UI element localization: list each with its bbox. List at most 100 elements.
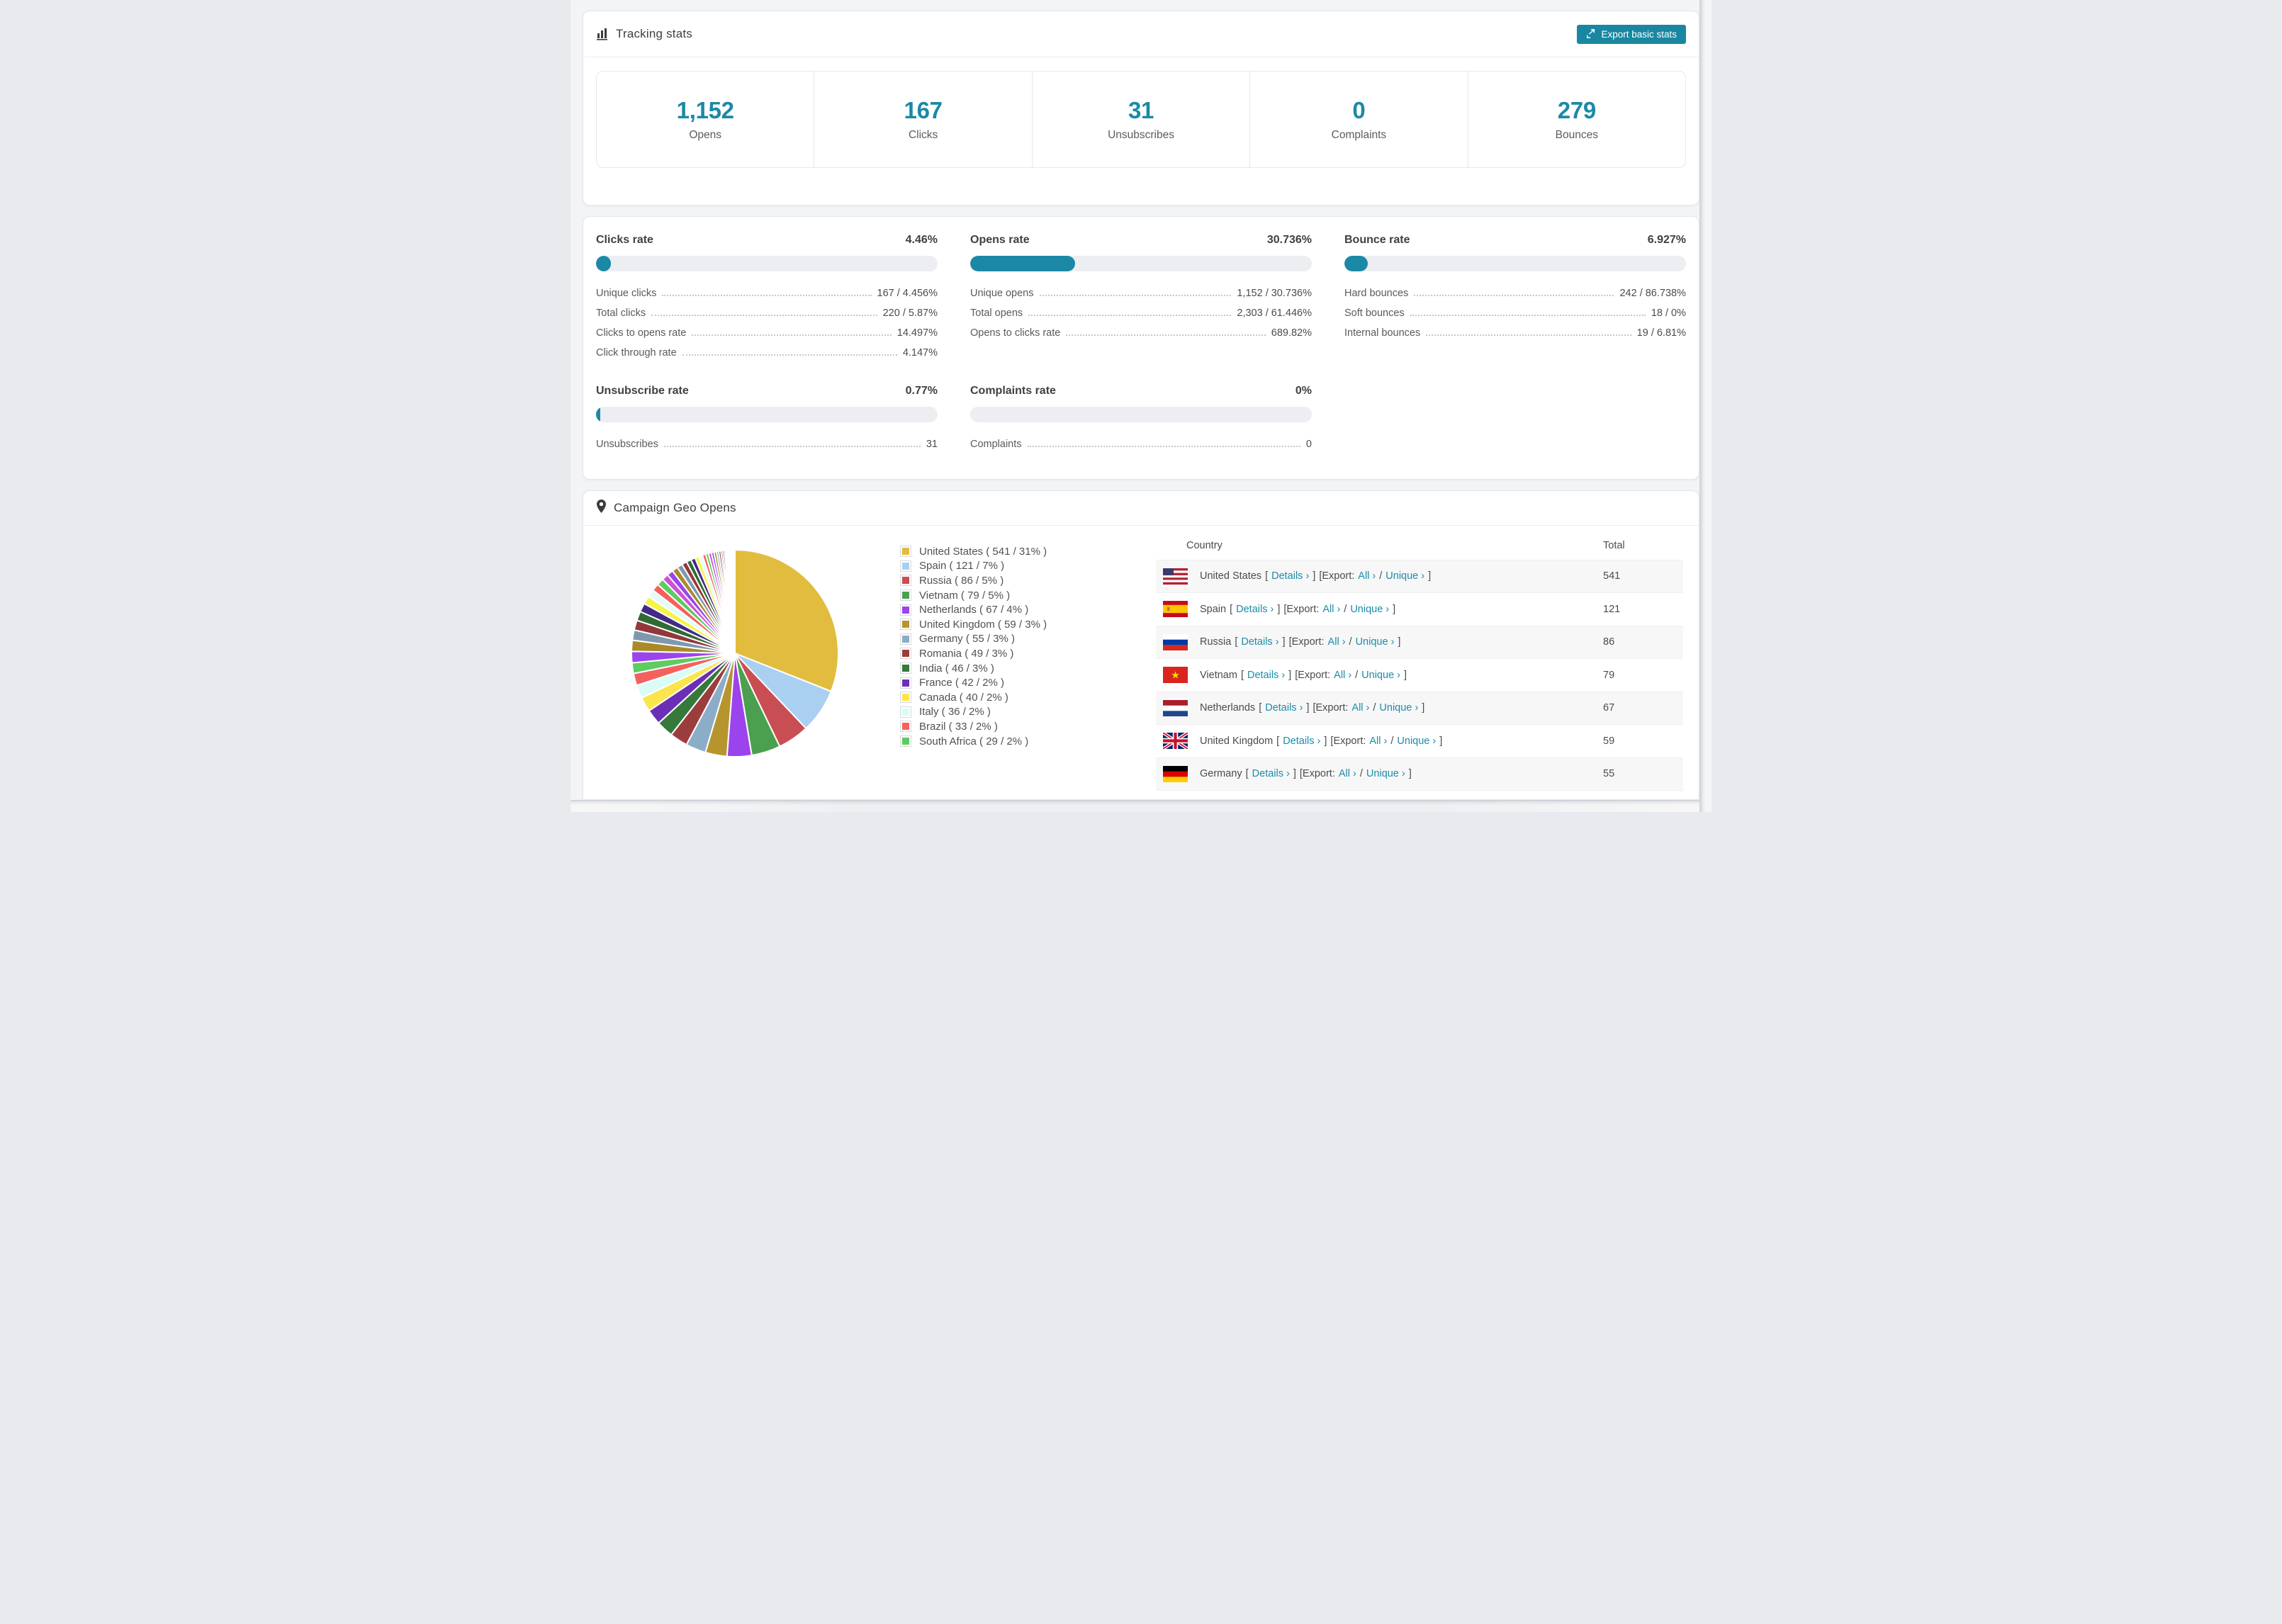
export-all-link[interactable]: All › (1358, 570, 1376, 582)
bracket: ] (1439, 735, 1443, 747)
details-link[interactable]: Details › (1247, 670, 1285, 681)
export-prefix: [Export: (1319, 570, 1355, 582)
country-cell: Spain [Details ›] [Export: All › / Uniqu… (1156, 601, 1603, 618)
export-unique-link[interactable]: Unique › (1356, 636, 1395, 648)
geo-table-row-vietnam: ★ Vietnam [Details ›] [Export: All › / U… (1156, 659, 1683, 692)
legend-item-vietnam: Vietnam ( 79 / 5% ) (900, 588, 1047, 603)
progress-bar-fill (1344, 256, 1368, 271)
geo-table-header: Country Total (1156, 531, 1683, 560)
export-unique-link[interactable]: Unique › (1397, 735, 1436, 747)
progress-bar-fill (596, 407, 600, 422)
export-all-link[interactable]: All › (1322, 604, 1340, 615)
rate-row-label: Internal bounces (1344, 327, 1421, 339)
dotted-leader (1414, 295, 1614, 296)
export-all-link[interactable]: All › (1328, 636, 1346, 648)
legend-swatch (900, 546, 911, 558)
dotted-leader (651, 315, 877, 316)
geo-table: Country Total United States [Details ›] … (1156, 531, 1683, 791)
details-link[interactable]: Details › (1271, 570, 1309, 582)
export-all-link[interactable]: All › (1334, 670, 1351, 681)
dotted-leader (1066, 334, 1266, 336)
bracket: ] (1306, 702, 1310, 714)
bracket: ] (1324, 735, 1327, 747)
details-link[interactable]: Details › (1252, 768, 1290, 779)
legend-swatch (900, 662, 911, 675)
flag-icon-gb (1163, 733, 1188, 750)
bracket: [ (1276, 735, 1280, 747)
flag-icon-ru (1163, 633, 1188, 650)
bracket: ] (1403, 669, 1407, 681)
country-name: Spain (1200, 603, 1227, 615)
export-prefix: [Export: (1330, 735, 1366, 747)
slash: / (1390, 735, 1394, 747)
details-link[interactable]: Details › (1241, 636, 1278, 648)
rate-row-value: 689.82% (1271, 327, 1312, 339)
bracket: ] (1282, 636, 1286, 648)
legend-label: United Kingdom ( 59 / 3% ) (919, 618, 1047, 631)
rate-row-label: Click through rate (596, 347, 677, 359)
export-unique-link[interactable]: Unique › (1379, 702, 1418, 714)
export-unique-link[interactable]: Unique › (1386, 570, 1424, 582)
rate-head: Complaints rate 0% (970, 385, 1312, 397)
country-cell: United States [Details ›] [Export: All ›… (1156, 568, 1603, 585)
export-all-link[interactable]: All › (1339, 768, 1356, 779)
progress-bar-track (596, 256, 938, 271)
rate-value: 30.736% (1266, 234, 1312, 246)
legend-label: India ( 46 / 3% ) (919, 662, 994, 675)
rate-head: Clicks rate 4.46% (596, 234, 938, 247)
bracket: ] (1408, 768, 1412, 780)
export-unique-link[interactable]: Unique › (1361, 670, 1400, 681)
legend-label: Netherlands ( 67 / 4% ) (919, 604, 1029, 616)
total-cell: 121 (1603, 603, 1621, 615)
bracket: ] (1277, 603, 1281, 615)
total-cell: 59 (1603, 735, 1615, 747)
page-title: Tracking stats (616, 27, 692, 40)
details-link[interactable]: Details › (1283, 735, 1320, 747)
bottom-scroll-band[interactable] (570, 800, 1712, 812)
rates-card: Clicks rate 4.46% Unique clicks 167 / 4.… (583, 216, 1699, 480)
rate-row-value: 2,303 / 61.446% (1237, 308, 1312, 319)
export-unique-link[interactable]: Unique › (1350, 604, 1389, 615)
rate-row: Unique opens 1,152 / 30.736% (970, 281, 1312, 301)
rate-row-label: Unique clicks (596, 288, 657, 299)
page-scrollbar-rail[interactable] (1699, 0, 1712, 812)
details-link[interactable]: Details › (1265, 702, 1303, 714)
svg-text:★: ★ (1171, 670, 1180, 681)
rate-row-label: Hard bounces (1344, 288, 1409, 299)
slash: / (1349, 636, 1352, 648)
slash: / (1379, 570, 1383, 582)
bracket: ] (1422, 702, 1425, 714)
slash: / (1359, 768, 1363, 780)
country-cell: ★ Vietnam [Details ›] [Export: All › / U… (1156, 667, 1603, 684)
legend-swatch (900, 590, 911, 602)
stat-cell-opens: 1,152 Opens (597, 72, 815, 167)
legend-label: Vietnam ( 79 / 5% ) (919, 589, 1011, 602)
details-link[interactable]: Details › (1236, 604, 1274, 615)
legend-item-italy: Italy ( 36 / 2% ) (900, 705, 1047, 720)
country-name: Russia (1200, 636, 1232, 648)
geo-table-row-united-kingdom: United Kingdom [Details ›] [Export: All … (1156, 725, 1683, 758)
rate-row: Total clicks 220 / 5.87% (596, 301, 938, 321)
geo-table-row-russia: Russia [Details ›] [Export: All › / Uniq… (1156, 626, 1683, 659)
export-basic-stats-button[interactable]: Export basic stats (1577, 24, 1686, 44)
geo-table-row-united-states: United States [Details ›] [Export: All ›… (1156, 560, 1683, 593)
geo-title: Campaign Geo Opens (614, 501, 736, 514)
country-name: Vietnam (1200, 669, 1237, 681)
bracket: [ (1265, 570, 1269, 582)
rate-row-value: 31 (926, 439, 938, 450)
export-unique-link[interactable]: Unique › (1366, 768, 1405, 779)
slash: / (1373, 702, 1376, 714)
rate-title: Opens rate (970, 234, 1030, 246)
country-cell: Germany [Details ›] [Export: All › / Uni… (1156, 765, 1603, 782)
export-all-link[interactable]: All › (1369, 735, 1387, 747)
legend-swatch (900, 648, 911, 660)
rate-row-value: 19 / 6.81% (1636, 327, 1686, 339)
geo-body: United States ( 541 / 31% ) Spain ( 121 … (583, 526, 1699, 799)
stat-value: 279 (1557, 97, 1596, 123)
country-cell: Russia [Details ›] [Export: All › / Uniq… (1156, 633, 1603, 650)
stats-summary-strip: 1,152 Opens 167 Clicks 31 Unsubscribes 0 Co… (596, 71, 1686, 168)
column-header-country: Country (1186, 540, 1222, 551)
export-all-link[interactable]: All › (1351, 702, 1369, 714)
legend-item-france: France ( 42 / 2% ) (900, 675, 1047, 690)
rate-value: 4.46% (905, 234, 938, 246)
